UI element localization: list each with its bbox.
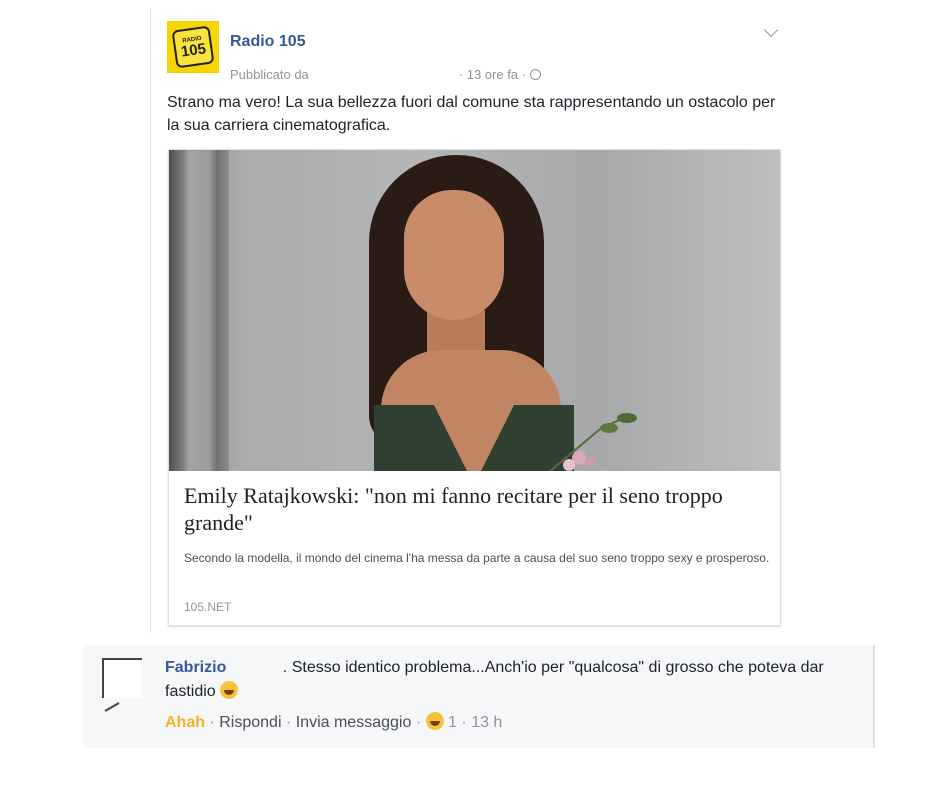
haha-reaction-icon[interactable] [425, 712, 444, 730]
post-meta: Pubblicato da · 13 ore fa · [230, 66, 541, 82]
post-card: RADIO 105 Radio 105 Pubblicato da · 13 or… [150, 8, 795, 633]
post-text: Strano ma vero! La sua bellezza fuori da… [167, 94, 776, 134]
link-preview-card[interactable]: Emily Ratajkowski: "non mi fanno recitar… [168, 149, 781, 626]
image-door-frame [169, 150, 229, 471]
link-description: Secondo la modella, il mondo del cinema … [184, 551, 770, 565]
send-message-button[interactable]: Invia messaggio [296, 714, 412, 731]
commenter-avatar[interactable] [102, 658, 142, 698]
link-title[interactable]: Emily Ratajkowski: "non mi fanno recitar… [184, 482, 774, 536]
separator-dot: · [209, 714, 215, 731]
image-face [404, 190, 504, 320]
separator-dot: · [415, 714, 422, 731]
comment-body: Fabrizio . Stesso identico problema...An… [165, 656, 855, 704]
redacted-name [309, 66, 459, 79]
page-name-link[interactable]: Radio 105 [230, 33, 306, 51]
post-timestamp[interactable]: · 13 ore fa · [459, 67, 526, 82]
comment-actions: Ahah · Rispondi · Invia messaggio · 1 · … [165, 712, 502, 732]
comment-timestamp[interactable]: 13 h [471, 714, 502, 731]
separator-dot: · [285, 714, 292, 731]
comment-author-suffix: . [282, 659, 288, 676]
page-avatar[interactable]: RADIO 105 [167, 21, 219, 73]
haha-reaction-button[interactable]: Ahah [165, 714, 205, 731]
published-by-label: Pubblicato da [230, 67, 309, 82]
separator-dot: · [461, 714, 467, 731]
reply-button[interactable]: Rispondi [219, 714, 281, 731]
laughing-emoji-icon [220, 681, 239, 699]
redacted-surname [231, 658, 283, 672]
comment-author-link[interactable]: Fabrizio [165, 659, 226, 676]
post-header: RADIO 105 Radio 105 Pubblicato da · 13 or… [167, 21, 767, 82]
globe-icon[interactable] [529, 69, 541, 80]
image-flowers [548, 413, 637, 471]
comment: Fabrizio . Stesso identico problema...An… [83, 645, 875, 748]
link-domain: 105.NET [184, 600, 232, 614]
reaction-count[interactable]: 1 [448, 714, 457, 731]
radio-105-logo: RADIO 105 [171, 25, 215, 69]
logo-number-text: 105 [179, 39, 207, 61]
link-preview-image[interactable] [169, 150, 780, 471]
